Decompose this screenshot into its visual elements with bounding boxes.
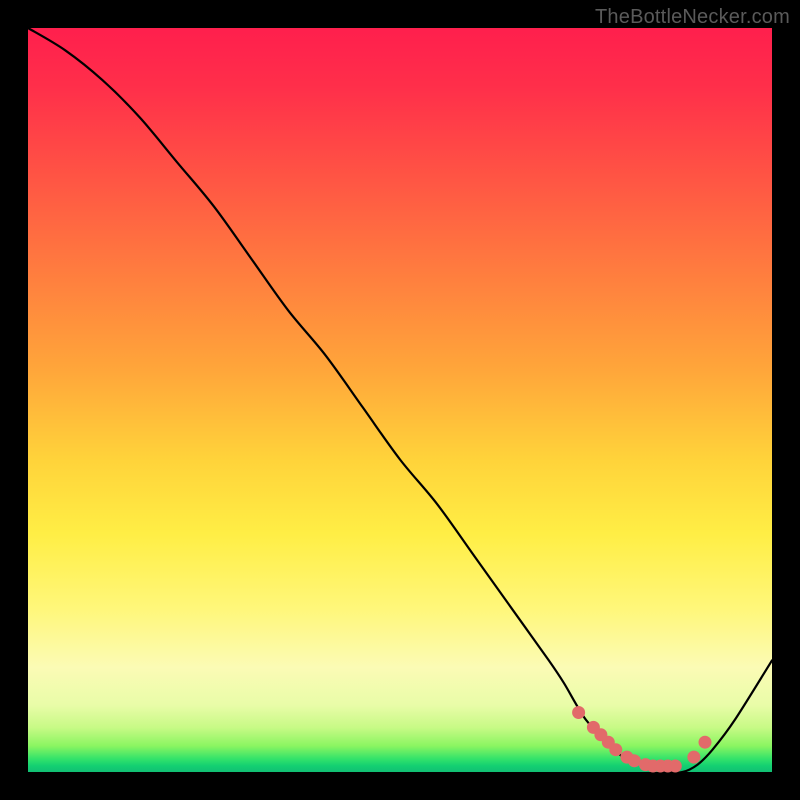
plot-area [28, 28, 772, 772]
chart-stage: TheBottleNecker.com [0, 0, 800, 800]
watermark-text: TheBottleNecker.com [595, 6, 790, 29]
sweet-spot-dot [688, 751, 700, 763]
bottleneck-curve [28, 28, 772, 773]
sweet-spot-dots [573, 707, 711, 773]
sweet-spot-dot [699, 736, 711, 748]
sweet-spot-dot [669, 760, 681, 772]
sweet-spot-dot [610, 744, 622, 756]
sweet-spot-dot [628, 755, 640, 767]
curve-layer [28, 28, 772, 772]
sweet-spot-dot [573, 707, 585, 719]
